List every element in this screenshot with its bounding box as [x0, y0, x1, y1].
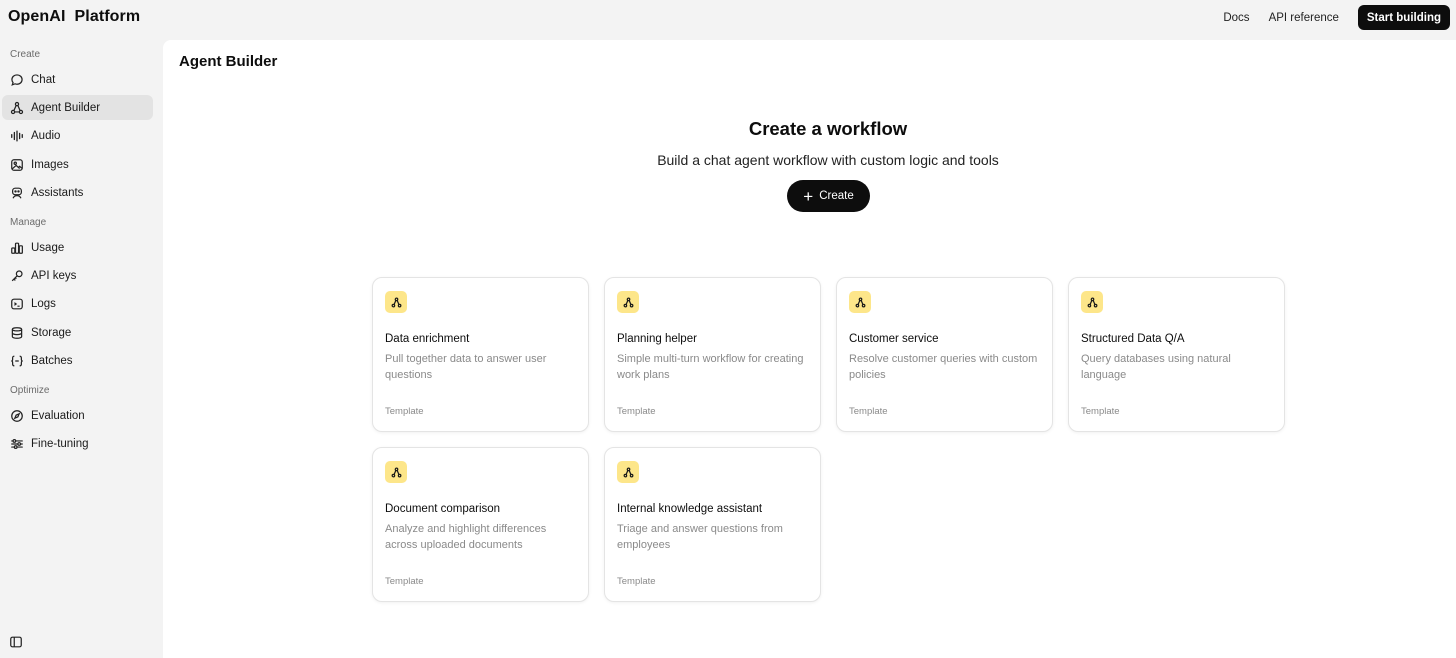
sidebar-item-label: Chat — [31, 73, 56, 86]
braces-icon — [11, 355, 23, 366]
sidebar-item-label: Storage — [31, 326, 72, 339]
template-tag: Template — [385, 406, 424, 417]
workflow-nodes-icon — [385, 461, 407, 483]
template-title: Customer service — [849, 333, 939, 345]
template-title: Document comparison — [385, 503, 501, 515]
template-description: Analyze and highlight differences across… — [385, 523, 547, 551]
sidebar-item-chat[interactable]: Chat — [2, 67, 153, 92]
brand-product: Platform — [74, 8, 141, 25]
brand-logo[interactable]: OpenAI Platform — [8, 8, 140, 26]
sidebar-item-batches[interactable]: Batches — [2, 348, 153, 373]
sidebar-item-label: API keys — [31, 269, 77, 282]
sidebar-item-label: Logs — [31, 297, 56, 310]
template-card[interactable]: Internal knowledge assistant Triage and … — [604, 447, 821, 602]
sidebar-item-label: Evaluation — [31, 409, 85, 422]
image-icon — [11, 158, 23, 171]
template-tag: Template — [849, 406, 888, 417]
sidebar-toggle-icon[interactable] — [9, 635, 23, 649]
assistant-robot-icon — [12, 187, 22, 199]
sidebar-item-label: Audio — [31, 129, 61, 142]
top-nav: Docs API reference Start building — [1223, 5, 1450, 30]
template-tag: Template — [617, 406, 656, 417]
sidebar-section-create: Create — [10, 49, 41, 60]
page-title: Agent Builder — [179, 53, 278, 70]
template-title: Planning helper — [617, 333, 697, 345]
start-building-button[interactable]: Start building — [1357, 5, 1450, 30]
top-bar: OpenAI Platform Docs API reference Start… — [0, 0, 1456, 38]
sidebar-item-evaluation[interactable]: Evaluation — [2, 403, 153, 428]
sidebar-item-fine-tuning[interactable]: Fine-tuning — [2, 431, 153, 456]
template-card[interactable]: Customer service Resolve customer querie… — [836, 277, 1053, 432]
workflow-nodes-icon — [1081, 291, 1103, 313]
template-title: Data enrichment — [385, 333, 470, 345]
sidebar-section-manage: Manage — [10, 217, 47, 228]
sidebar-item-label: Batches — [31, 354, 73, 367]
chat-bubble-icon — [11, 73, 23, 86]
template-tag: Template — [385, 576, 424, 587]
hero-subtitle: Build a chat agent workflow with custom … — [657, 152, 999, 168]
template-tag: Template — [617, 576, 656, 587]
template-description: Resolve customer queries with custom pol… — [849, 353, 1038, 381]
workflow-nodes-icon — [385, 291, 407, 313]
key-icon — [11, 269, 23, 281]
docs-link[interactable]: Docs — [1223, 12, 1249, 24]
template-description: Query databases using natural language — [1081, 353, 1231, 381]
api-reference-link[interactable]: API reference — [1269, 12, 1339, 24]
template-card[interactable]: Document comparison Analyze and highligh… — [372, 447, 589, 602]
template-card[interactable]: Planning helper Simple multi-turn workfl… — [604, 277, 821, 432]
plus-icon: + — [803, 186, 814, 206]
template-title: Internal knowledge assistant — [617, 503, 763, 515]
sidebar: Create Chat Agent Builder Audio Images A… — [0, 38, 163, 658]
template-tag: Template — [1081, 406, 1120, 417]
sidebar-item-images[interactable]: Images — [2, 152, 153, 177]
compass-icon — [11, 409, 23, 422]
sliders-icon — [11, 438, 23, 449]
sidebar-item-agent-builder[interactable]: Agent Builder — [2, 95, 153, 120]
sidebar-item-assistants[interactable]: Assistants — [2, 180, 153, 205]
hero-title: Create a workflow — [748, 118, 908, 139]
audio-waveform-icon — [11, 130, 23, 141]
sidebar-item-usage[interactable]: Usage — [2, 235, 153, 260]
bar-chart-icon — [11, 242, 23, 254]
sidebar-section-optimize: Optimize — [10, 385, 50, 396]
main-content: Agent Builder Create a workflow Build a … — [163, 40, 1456, 658]
sidebar-item-label: Fine-tuning — [31, 437, 89, 450]
sidebar-item-api-keys[interactable]: API keys — [2, 263, 153, 288]
sidebar-item-audio[interactable]: Audio — [2, 123, 153, 148]
template-description: Triage and answer questions from employe… — [617, 523, 783, 551]
database-icon — [11, 326, 23, 339]
create-workflow-button[interactable]: + Create — [787, 180, 870, 212]
template-title: Structured Data Q/A — [1081, 333, 1185, 345]
sidebar-item-label: Assistants — [31, 186, 84, 199]
sidebar-item-logs[interactable]: Logs — [2, 291, 153, 316]
sidebar-item-label: Images — [31, 158, 69, 171]
workflow-nodes-icon — [617, 461, 639, 483]
terminal-icon — [11, 298, 23, 309]
template-card[interactable]: Data enrichment Pull together data to an… — [372, 277, 589, 432]
template-description: Pull together data to answer user questi… — [385, 353, 547, 381]
workflow-nodes-icon — [617, 291, 639, 313]
create-button-label: Create — [819, 190, 854, 202]
template-card[interactable]: Structured Data Q/A Query databases usin… — [1068, 277, 1285, 432]
sidebar-item-label: Usage — [31, 241, 65, 254]
sidebar-item-storage[interactable]: Storage — [2, 320, 153, 345]
workflow-nodes-icon — [849, 291, 871, 313]
sidebar-item-label: Agent Builder — [31, 101, 101, 114]
workflow-nodes-icon — [10, 101, 24, 114]
template-description: Simple multi-turn workflow for creating … — [617, 353, 804, 381]
brand-name: OpenAI — [8, 8, 66, 25]
